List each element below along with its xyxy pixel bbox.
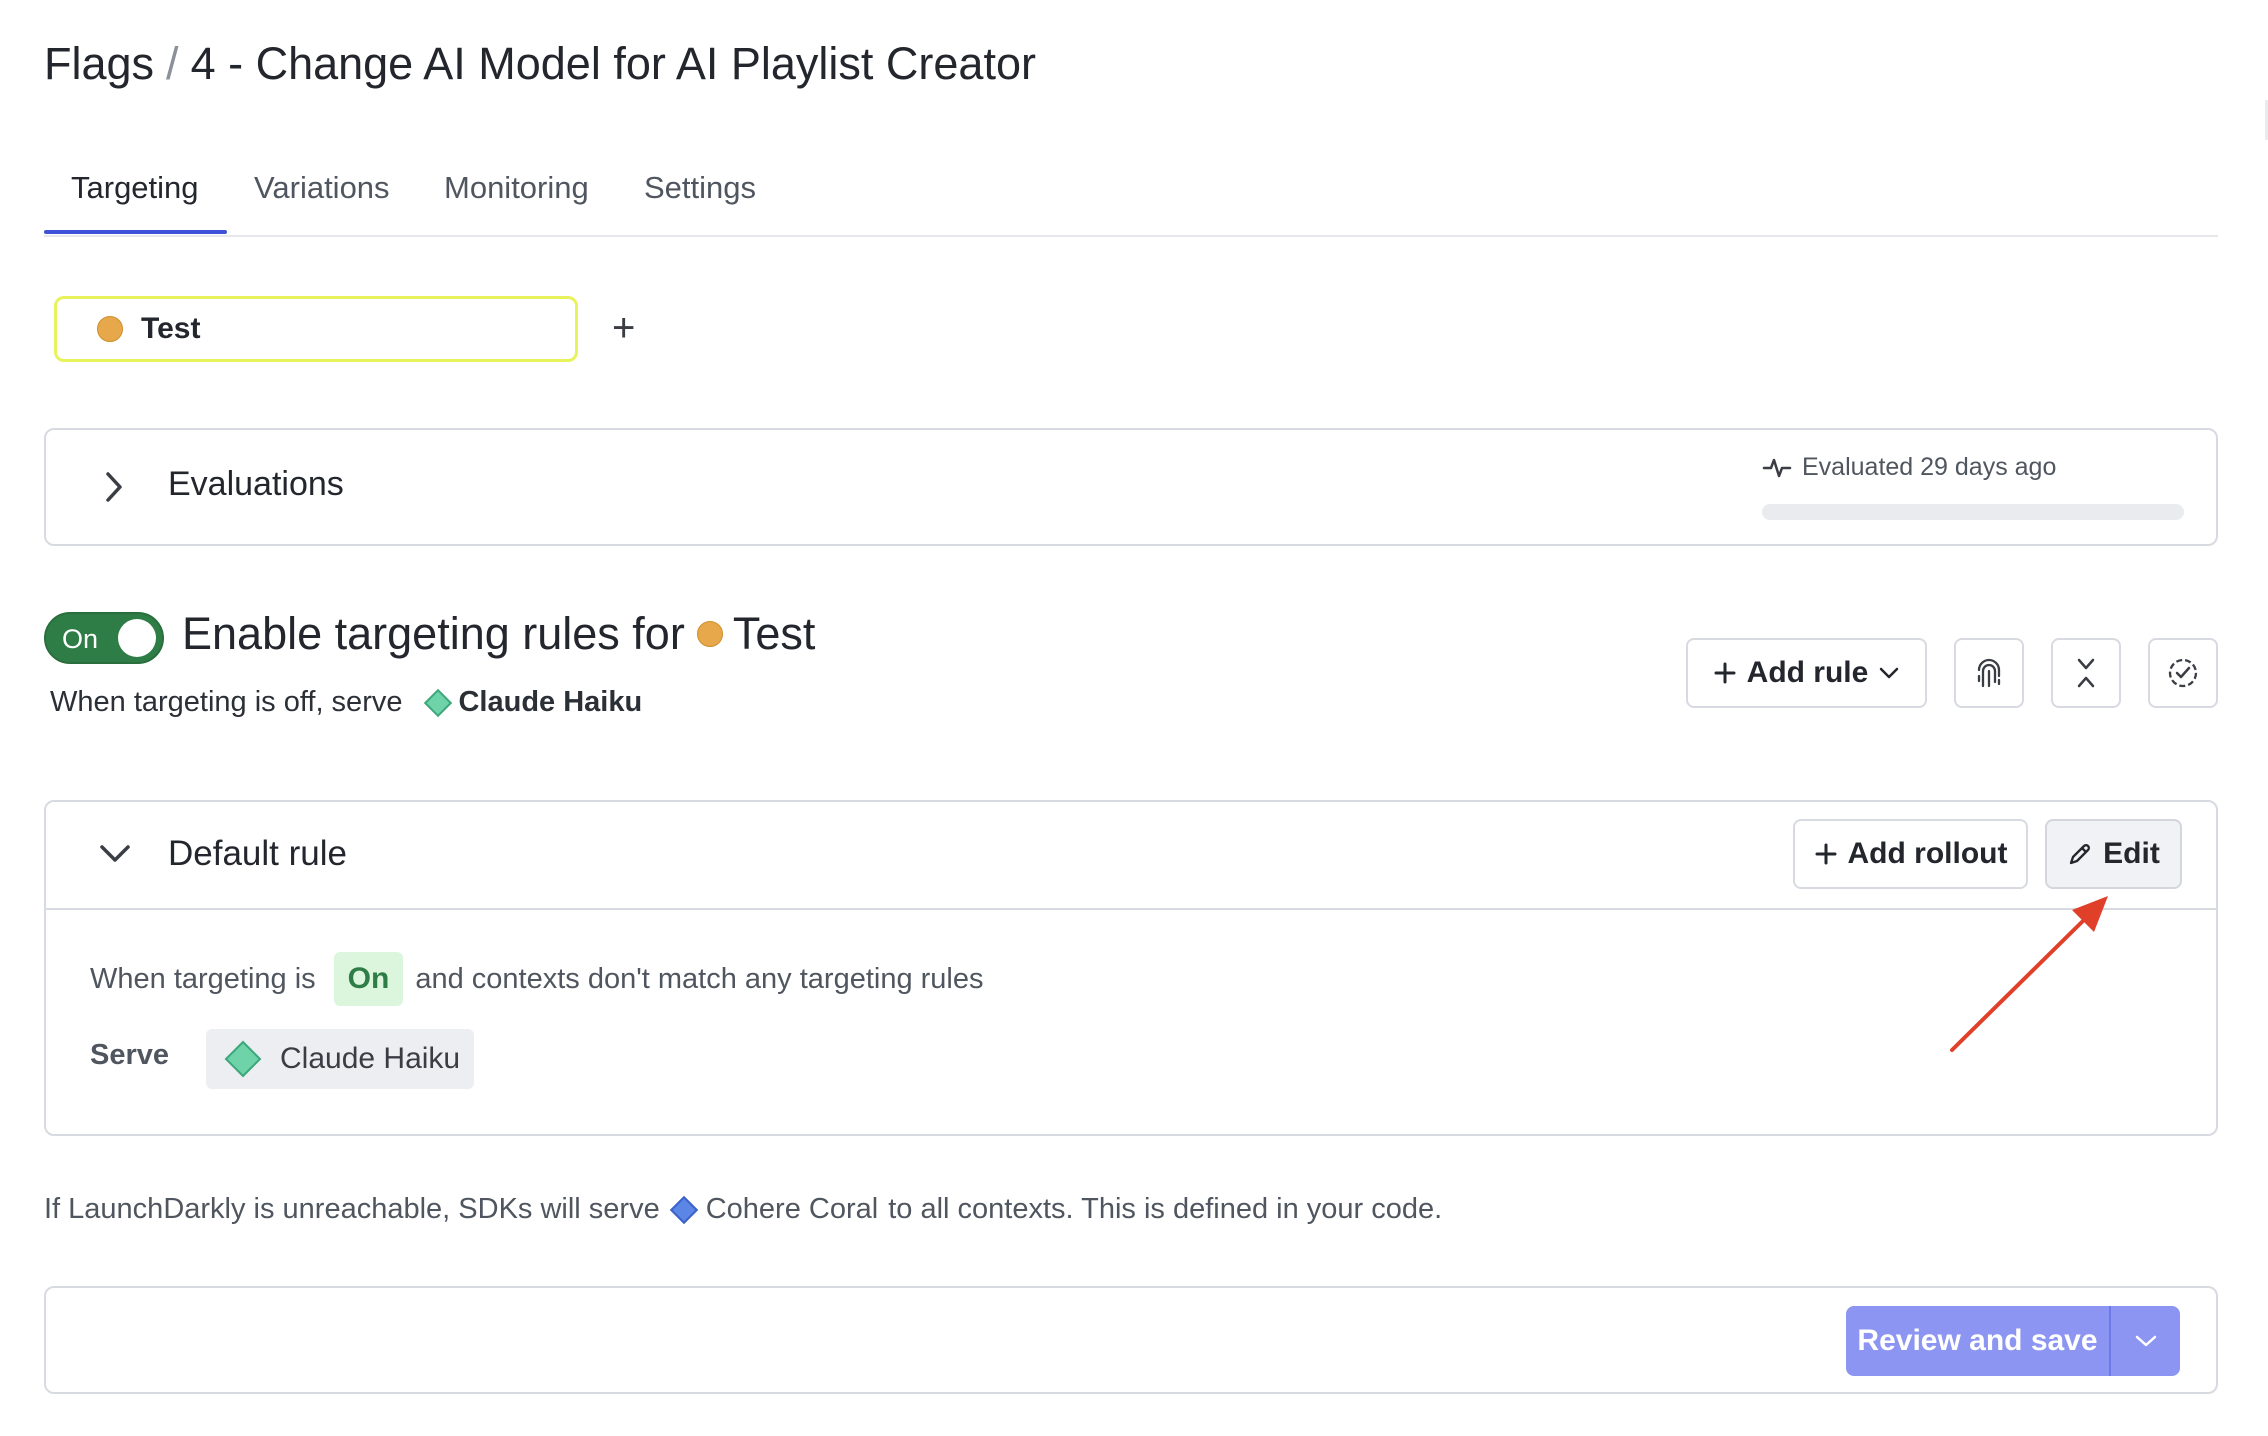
serve-label: Serve [90,1039,170,1071]
save-options-dropdown[interactable] [2111,1334,2180,1348]
fallback-prefix: If LaunchDarkly is unreachable, SDKs wil… [44,1193,660,1225]
pencil-icon [2070,844,2091,865]
serve-variation-name: Claude Haiku [280,1042,461,1075]
collapse-all-button[interactable] [2051,638,2121,708]
fallback-notice: If LaunchDarkly is unreachable, SDKs wil… [44,1193,1442,1226]
evaluations-meta-text: Evaluated 29 days ago [1802,453,2057,481]
environment-color-dot [696,621,723,647]
review-and-save-button-group[interactable]: Review and save [1846,1306,2180,1376]
evaluations-meta: Evaluated 29 days ago [1762,453,2056,482]
divider [46,908,2216,910]
add-rollout-button[interactable]: Add rollout [1793,819,2028,889]
condition-suffix: and contexts don't match any targeting r… [415,962,984,995]
off-variation-text: When targeting is off, serve [50,686,403,718]
tab-variations[interactable]: Variations [254,170,390,206]
tab-bar: Targeting Variations Monitoring Settings [44,150,2218,237]
evaluations-progress-bar [1762,504,2184,520]
add-rule-button[interactable]: Add rule [1686,638,1927,708]
default-rule-condition: When targeting is On and contexts don't … [90,952,984,1006]
serve-variation-selector[interactable]: Claude Haiku [206,1029,474,1089]
condition-prefix: When targeting is [90,962,316,995]
pulse-icon [1762,458,1792,477]
environment-selector[interactable]: Test [54,296,578,362]
fingerprint-icon [1977,658,2001,688]
flag-title: 4 - Change AI Model for AI Playlist Crea… [190,38,1036,89]
chevron-down-icon [2135,1335,2156,1347]
targeting-state-badge: On [333,952,404,1006]
chevron-right-icon[interactable] [100,470,128,504]
default-rule-title: Default rule [168,834,347,873]
evaluations-panel[interactable] [44,428,2218,546]
off-variation-line: When targeting is off, serve Claude Haik… [50,686,642,719]
targeting-env-name: Test [732,608,816,659]
variation-diamond-icon [669,1195,698,1224]
edit-button[interactable]: Edit [2045,819,2182,889]
chevron-down-icon [1880,667,1899,679]
review-and-save-button[interactable]: Review and save [1846,1306,2109,1376]
tab-monitoring[interactable]: Monitoring [444,170,589,206]
fallback-variation: Cohere Coral [705,1193,879,1225]
plus-icon [1714,662,1736,684]
environment-color-dot [97,316,123,342]
chevron-down-icon[interactable] [98,840,132,866]
dashed-check-circle-icon [2168,658,2198,688]
environment-name: Test [141,312,201,345]
fingerprint-button[interactable] [1954,638,2024,708]
breadcrumb-separator: / [166,38,179,89]
tab-targeting[interactable]: Targeting [71,170,199,206]
breadcrumb-flags[interactable]: Flags [44,38,154,89]
tab-settings[interactable]: Settings [644,170,756,206]
fallback-suffix: to all contexts. This is defined in your… [888,1193,1443,1225]
targeting-heading-text: Enable targeting rules for [182,608,685,659]
off-variation-name[interactable]: Claude Haiku [458,686,642,719]
edit-label: Edit [2103,837,2160,870]
page-title: Flags/4 - Change AI Model for AI Playlis… [44,38,1036,90]
add-rollout-label: Add rollout [1847,837,2008,870]
targeting-heading: Enable targeting rules for Test [182,608,815,660]
add-rule-label: Add rule [1746,656,1869,689]
variation-diamond-icon [224,1040,262,1078]
toggle-label: On [62,624,99,654]
plus-icon [1815,843,1837,865]
active-tab-indicator [44,230,227,234]
targeting-toggle[interactable]: On [44,612,164,664]
checks-button[interactable] [2148,638,2218,708]
collapse-icon [2077,658,2095,688]
variation-diamond-icon [424,688,453,717]
annotation-arrow-icon [1950,896,2108,1052]
evaluations-title: Evaluations [168,465,344,503]
toggle-knob [118,619,156,657]
add-environment-button[interactable]: + [612,306,635,350]
